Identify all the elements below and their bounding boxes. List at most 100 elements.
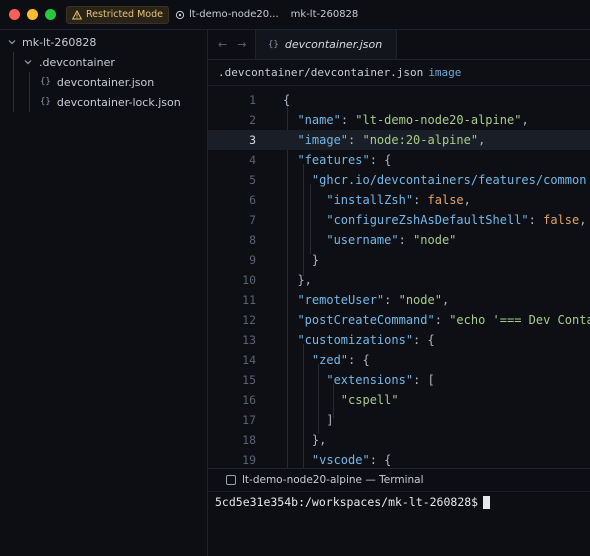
maximize-window-button[interactable] [45, 9, 56, 20]
line-number: 2 [249, 113, 256, 127]
project-panel: mk-lt-260828 .devcontainer {} devcontain… [0, 30, 208, 556]
code-line: 2 "name": "lt-demo-node20-alpine", [208, 110, 590, 130]
terminal-prompt-line[interactable]: 5cd5e31e354b:/workspaces/mk-lt-260828$ [215, 493, 491, 511]
line-number: 18 [242, 433, 256, 447]
line-number: 4 [249, 153, 256, 167]
code-line: 7 "configureZshAsDefaultShell": false, [208, 210, 590, 230]
arrow-left-icon[interactable]: ← [218, 38, 227, 51]
editor-tab-bar: ← → {} devcontainer.json [208, 30, 590, 60]
code-text: "customizations": { [297, 333, 435, 347]
code-text: "name": "lt-demo-node20-alpine", [297, 113, 529, 127]
line-number: 16 [242, 393, 256, 407]
line-number: 11 [242, 293, 256, 307]
code-line: 5 "ghcr.io/devcontainers/features/common [208, 170, 590, 190]
breadcrumb-symbol: image [428, 66, 462, 79]
code-editor[interactable]: 1 { 2 "name": "lt-demo-node20-alpine", 3… [208, 90, 590, 468]
tree-file-label: devcontainer-lock.json [56, 95, 181, 109]
chevron-down-icon [24, 60, 32, 65]
terminal-tab[interactable]: lt-demo-node20-alpine — Terminal [208, 469, 590, 492]
worktree-label[interactable]: mk-lt-260828 [291, 9, 359, 20]
chevron-down-icon [8, 40, 16, 45]
code-text: "vscode": { [311, 453, 392, 467]
code-line: 10 }, [208, 270, 590, 290]
history-navigation: ← → [208, 30, 256, 59]
line-number: 10 [242, 273, 256, 287]
container-icon [175, 10, 185, 19]
tree-file-label: devcontainer.json [56, 75, 155, 89]
code-text: } [311, 253, 320, 267]
line-number: 17 [242, 413, 256, 427]
warning-icon [72, 9, 82, 19]
json-file-icon: {} [40, 77, 51, 87]
code-text: { [283, 93, 291, 107]
code-text: }, [297, 273, 312, 287]
code-line: 4 "features": { [208, 150, 590, 170]
project-selector[interactable]: lt-demo-node20... [175, 9, 279, 20]
code-text: "configureZshAsDefaultShell": false, [326, 213, 587, 227]
terminal-cursor [483, 495, 491, 509]
restricted-mode-badge[interactable]: Restricted Mode [66, 5, 169, 24]
line-number: 14 [242, 353, 256, 367]
line-number: 6 [249, 193, 256, 207]
terminal-panel[interactable]: lt-demo-node20-alpine — Terminal 5cd5e31… [208, 468, 590, 556]
terminal-prompt: 5cd5e31e354b:/workspaces/mk-lt-260828$ [215, 495, 479, 509]
tree-folder-devcontainer[interactable]: .devcontainer [23, 52, 115, 72]
code-text: "remoteUser": "node", [297, 293, 450, 307]
project-label: lt-demo-node20... [188, 9, 279, 20]
window-controls [9, 9, 56, 20]
restricted-mode-label: Restricted Mode [86, 9, 163, 20]
json-file-icon: {} [40, 97, 51, 107]
code-line-active: 3 "image": "node:20-alpine", [208, 130, 590, 150]
code-line: 12 "postCreateCommand": "echo '=== Dev C… [208, 310, 590, 330]
line-number: 15 [242, 373, 256, 387]
breadcrumb[interactable]: .devcontainer/devcontainer.json image [208, 60, 590, 86]
tree-file-devcontainer-json[interactable]: {} devcontainer.json [40, 72, 154, 92]
line-number: 5 [249, 173, 256, 187]
code-text: }, [311, 433, 327, 447]
code-line: 1 { [208, 90, 590, 110]
code-line: 9 } [208, 250, 590, 270]
line-number: 12 [242, 313, 256, 327]
breadcrumb-path: .devcontainer/devcontainer.json [218, 66, 424, 79]
tab-devcontainer-json[interactable]: {} devcontainer.json [256, 30, 398, 59]
tree-file-devcontainer-lock-json[interactable]: {} devcontainer-lock.json [40, 92, 181, 112]
code-line: 8 "username": "node" [208, 230, 590, 250]
indent-guide [13, 52, 14, 112]
code-text: "installZsh": false, [326, 193, 471, 207]
line-number: 1 [249, 93, 256, 107]
line-number: 19 [242, 453, 256, 467]
code-line: 13 "customizations": { [208, 330, 590, 350]
line-number: 3 [249, 133, 256, 147]
line-number: 9 [249, 253, 256, 267]
arrow-right-icon[interactable]: → [237, 38, 246, 51]
title-bar: Restricted Mode lt-demo-node20... mk-lt-… [0, 0, 590, 30]
json-file-icon: {} [268, 39, 279, 50]
code-line: 14 "zed": { [208, 350, 590, 370]
tree-root[interactable]: mk-lt-260828 [7, 32, 96, 52]
line-number: 13 [242, 333, 256, 347]
code-text: "features": { [297, 153, 392, 167]
line-number: 7 [249, 213, 256, 227]
terminal-tab-label: lt-demo-node20-alpine — Terminal [242, 474, 424, 486]
code-line: 15 "extensions": [ [208, 370, 590, 390]
terminal-icon [226, 475, 236, 485]
code-line: 11 "remoteUser": "node", [208, 290, 590, 310]
tree-folder-label: .devcontainer [39, 55, 115, 69]
code-line: 16 "cspell" [208, 390, 590, 410]
code-text: ] [326, 413, 334, 427]
code-line: 6 "installZsh": false, [208, 190, 590, 210]
line-number: 8 [249, 233, 256, 247]
close-window-button[interactable] [9, 9, 20, 20]
tree-root-label: mk-lt-260828 [22, 35, 97, 49]
indent-guide [29, 72, 30, 112]
minimize-window-button[interactable] [27, 9, 38, 20]
code-text: "cspell" [340, 393, 399, 407]
code-text: "image": "node:20-alpine", [297, 133, 486, 147]
code-text: "username": "node" [326, 233, 457, 247]
code-line: 18 }, [208, 430, 590, 450]
tab-label: devcontainer.json [284, 38, 383, 51]
code-text: "postCreateCommand": "echo '=== Dev Cont… [297, 313, 590, 327]
code-text: "zed": { [311, 353, 370, 367]
code-line: 17 ] [208, 410, 590, 430]
code-line: 19 "vscode": { [208, 450, 590, 468]
